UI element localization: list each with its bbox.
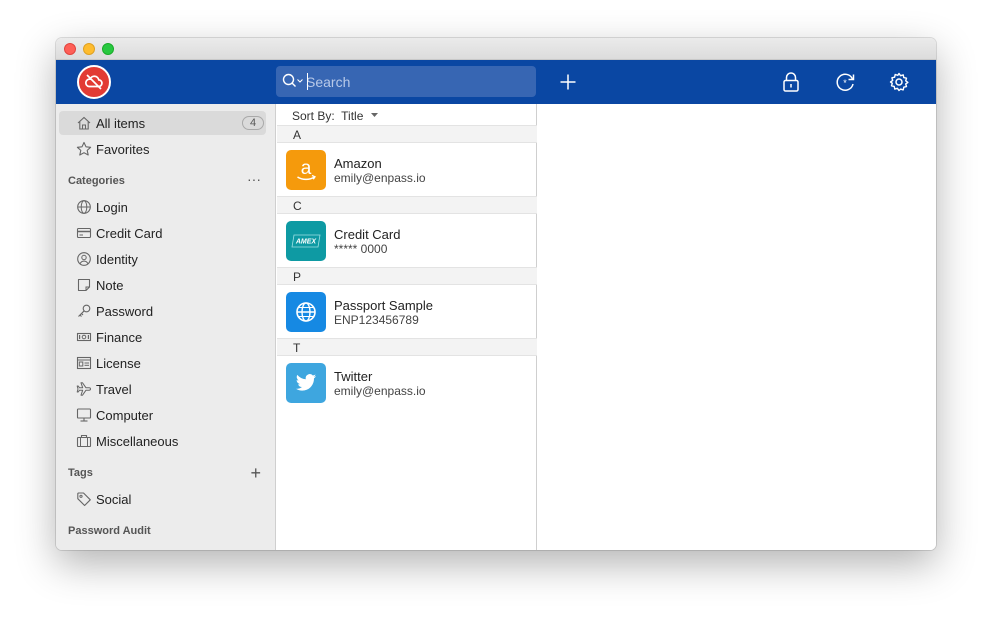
tags-header: Tags bbox=[68, 467, 93, 479]
close-window-button[interactable] bbox=[64, 43, 76, 55]
sync-button[interactable]: * bbox=[832, 69, 858, 95]
sidebar-item-finance[interactable]: Finance bbox=[56, 325, 276, 349]
svg-text:a: a bbox=[301, 158, 312, 179]
license-icon bbox=[76, 356, 92, 370]
item-title: Passport Sample bbox=[334, 298, 433, 313]
sort-by-text: Sort By: bbox=[292, 109, 335, 123]
finance-icon bbox=[76, 332, 92, 342]
sort-control[interactable]: Sort By: Title bbox=[277, 104, 537, 125]
count-badge: 4 bbox=[242, 116, 264, 130]
list-item-passport-sample[interactable]: Passport Sample ENP123456789 bbox=[277, 286, 537, 339]
sidebar-item-label: Password bbox=[96, 304, 154, 319]
sidebar-item-label: Finance bbox=[96, 330, 143, 345]
minimize-window-button[interactable] bbox=[83, 43, 95, 55]
globe-icon bbox=[286, 292, 326, 332]
group-letter: T bbox=[293, 341, 301, 355]
sidebar-item-label: License bbox=[96, 356, 141, 371]
sort-value[interactable]: Title bbox=[341, 109, 363, 123]
search-box[interactable] bbox=[276, 66, 536, 97]
settings-button[interactable] bbox=[886, 69, 912, 95]
amex-card-icon: AMEX bbox=[286, 221, 326, 261]
sidebar-item-identity[interactable]: Identity bbox=[56, 247, 276, 271]
sidebar-item-label: Favorites bbox=[96, 142, 150, 157]
card-brand-text: AMEX bbox=[295, 239, 318, 246]
sidebar-item-computer[interactable]: Computer bbox=[56, 403, 276, 427]
home-icon bbox=[77, 116, 91, 130]
amazon-icon: a bbox=[286, 150, 326, 190]
search-icon[interactable] bbox=[282, 73, 304, 89]
sidebar-item-favorites[interactable]: Favorites bbox=[56, 137, 276, 161]
plane-icon bbox=[76, 382, 91, 396]
app-window: * All items 4 Favorites Categories ·· bbox=[56, 38, 936, 550]
group-header-t: T bbox=[277, 338, 537, 356]
add-tag-button[interactable]: + bbox=[250, 464, 261, 482]
group-header-a: A bbox=[277, 125, 537, 143]
list-item-twitter[interactable]: Twitter emily@enpass.io bbox=[277, 357, 537, 410]
sidebar-item-all-items[interactable]: All items 4 bbox=[59, 111, 266, 135]
item-subtitle: emily@enpass.io bbox=[334, 384, 426, 398]
group-header-c: C bbox=[277, 196, 537, 214]
sidebar-item-password[interactable]: Password bbox=[56, 299, 276, 323]
credit-card-icon bbox=[76, 227, 92, 239]
password-audit-header[interactable]: Password Audit bbox=[68, 525, 151, 537]
globe-icon bbox=[77, 200, 91, 214]
sidebar-item-label: Login bbox=[96, 200, 128, 215]
search-input[interactable] bbox=[306, 70, 526, 93]
cloud-sync-off-icon[interactable] bbox=[77, 65, 111, 99]
identity-icon bbox=[77, 252, 91, 266]
item-subtitle: ***** 0000 bbox=[334, 242, 388, 256]
svg-text:*: * bbox=[843, 78, 847, 88]
key-icon bbox=[78, 304, 91, 317]
item-subtitle: emily@enpass.io bbox=[334, 171, 426, 185]
lock-icon bbox=[783, 72, 799, 92]
sidebar-item-label: Credit Card bbox=[96, 226, 163, 241]
sidebar-item-travel[interactable]: Travel bbox=[56, 377, 276, 401]
list-item-amazon[interactable]: a Amazon emily@enpass.io bbox=[277, 144, 537, 197]
sidebar-item-label: Social bbox=[96, 492, 132, 507]
add-item-button[interactable] bbox=[555, 69, 581, 95]
sort-label: Sort By: Title bbox=[292, 109, 363, 123]
group-header-p: P bbox=[277, 267, 537, 285]
item-list: Sort By: Title A a Amazon emily@enpass.i… bbox=[277, 104, 537, 550]
star-icon bbox=[76, 141, 92, 156]
group-letter: A bbox=[293, 128, 302, 142]
group-letter: P bbox=[293, 270, 302, 284]
list-item-credit-card[interactable]: AMEX Credit Card ***** 0000 bbox=[277, 215, 537, 268]
sidebar-item-miscellaneous[interactable]: Miscellaneous bbox=[56, 429, 276, 453]
add-icon bbox=[560, 74, 576, 90]
sidebar-item-credit-card[interactable]: Credit Card bbox=[56, 221, 276, 245]
title-bar bbox=[56, 38, 936, 60]
tag-icon bbox=[77, 492, 91, 507]
item-title: Twitter bbox=[334, 369, 373, 384]
sidebar-item-license[interactable]: License bbox=[56, 351, 276, 375]
caret-down-icon[interactable] bbox=[371, 113, 378, 117]
sidebar-item-label: All items bbox=[96, 116, 146, 131]
sidebar-item-note[interactable]: Note bbox=[56, 273, 276, 297]
zoom-window-button[interactable] bbox=[102, 43, 114, 55]
sidebar-item-social[interactable]: Social bbox=[56, 487, 276, 511]
categories-header: Categories bbox=[68, 175, 125, 187]
sidebar: All items 4 Favorites Categories ··· Log… bbox=[56, 104, 276, 550]
sync-icon: * bbox=[836, 73, 855, 91]
twitter-bird-icon bbox=[286, 363, 326, 403]
detail-pane bbox=[537, 104, 936, 550]
item-title: Amazon bbox=[334, 156, 382, 171]
sidebar-item-login[interactable]: Login bbox=[56, 195, 276, 219]
lock-button[interactable] bbox=[778, 69, 804, 95]
sidebar-item-label: Computer bbox=[96, 408, 154, 423]
sidebar-item-label: Travel bbox=[96, 382, 132, 397]
sidebar-item-label: Note bbox=[96, 278, 124, 293]
sidebar-item-label: Identity bbox=[96, 252, 138, 267]
item-title: Credit Card bbox=[334, 227, 401, 242]
categories-more-button[interactable]: ··· bbox=[247, 172, 261, 186]
item-subtitle: ENP123456789 bbox=[334, 313, 419, 327]
computer-icon bbox=[76, 408, 92, 422]
briefcase-icon bbox=[76, 434, 92, 448]
sidebar-item-label: Miscellaneous bbox=[96, 434, 179, 449]
note-icon bbox=[77, 278, 91, 292]
toolbar: * bbox=[56, 60, 936, 104]
gear-icon bbox=[889, 72, 909, 92]
group-letter: C bbox=[293, 199, 302, 213]
text-caret bbox=[307, 73, 308, 90]
